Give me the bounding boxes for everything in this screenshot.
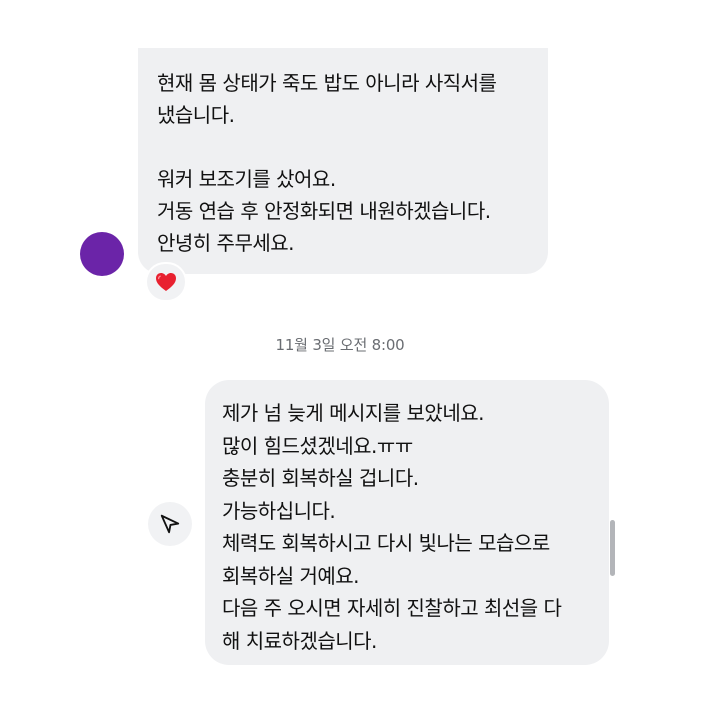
share-message-button[interactable] <box>148 502 192 546</box>
message-line: 많이 힘드셨겠네요.ㅠㅠ <box>222 433 413 458</box>
scrollbar-thumb[interactable] <box>610 520 615 576</box>
message-line: 다음 주 오시면 자세히 진찰하고 최선을 다 <box>222 596 562 620</box>
message-timestamp: 11월 3일 오전 8:00 <box>275 336 405 354</box>
message-line: 제가 넘 늦게 메시지를 보았네요. <box>222 401 485 425</box>
message-line: 가능하십니다. <box>222 498 336 523</box>
message-line: 거동 연습 후 안정화되면 내원하겠습니다. <box>157 199 491 223</box>
message-line: 워커 보조기를 샀어요. <box>157 167 336 191</box>
message-line: 냈습니다. <box>157 103 235 127</box>
red-heart-icon <box>156 273 176 291</box>
incoming-message-bubble[interactable]: 현재 몸 상태가 죽도 밥도 아니라 사직서를 냈습니다. 워커 보조기를 샀어… <box>138 48 548 274</box>
message-line: 충분히 회복하실 겁니다. <box>222 466 419 490</box>
paper-plane-icon <box>160 514 180 534</box>
outgoing-message-bubble[interactable]: 제가 넘 늦게 메시지를 보았네요. 많이 힘드셨겠네요.ㅠㅠ 충분히 회복하실… <box>205 380 609 665</box>
message-line: 해 치료하겠습니다. <box>222 628 377 653</box>
message-line: 체력도 회복하시고 다시 빛나는 모습으로 <box>222 531 550 555</box>
sender-avatar[interactable] <box>80 232 124 276</box>
message-line: 안녕히 주무세요. <box>157 231 295 255</box>
message-line: 현재 몸 상태가 죽도 밥도 아니라 사직서를 <box>157 71 497 95</box>
message-line: 회복하실 거예요. <box>222 563 360 588</box>
heart-reaction[interactable] <box>145 262 187 302</box>
chat-thread[interactable]: 현재 몸 상태가 죽도 밥도 아니라 사직서를 냈습니다. 워커 보조기를 샀어… <box>0 0 720 720</box>
